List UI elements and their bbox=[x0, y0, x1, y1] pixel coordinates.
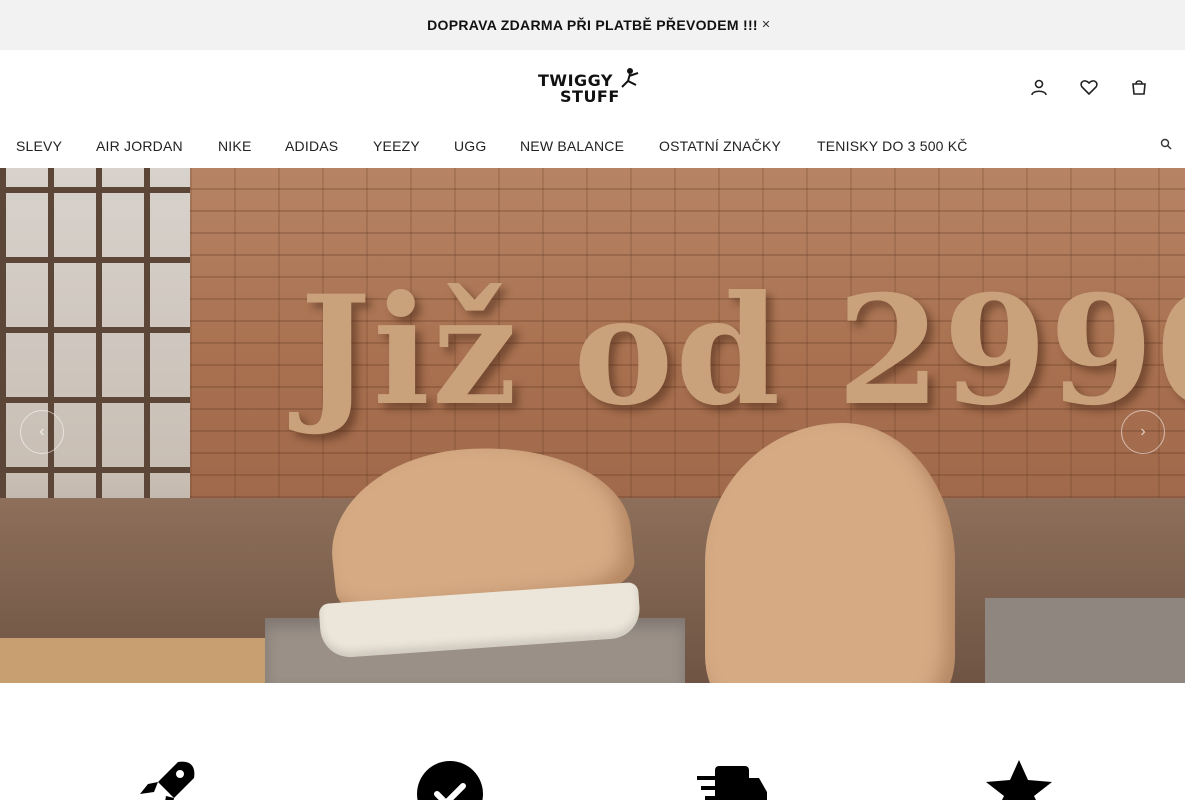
slider-prev-button[interactable]: ‹ bbox=[20, 410, 64, 454]
user-icon[interactable] bbox=[1028, 77, 1050, 97]
logo[interactable]: TWIGGY STUFF bbox=[538, 67, 648, 107]
hero-headline: Již od 2990,- bbox=[300, 263, 1185, 439]
check-circle-icon bbox=[415, 758, 485, 800]
logo-text-line2: STUFF bbox=[560, 87, 620, 106]
site-header: TWIGGY STUFF SLEVY AIR JORDAN NIKE ADIDA… bbox=[0, 50, 1185, 168]
rocket-icon bbox=[130, 758, 200, 800]
features-row bbox=[0, 683, 1185, 800]
cart-icon[interactable] bbox=[1128, 77, 1150, 97]
nav-item-yeezy[interactable]: YEEZY bbox=[373, 138, 420, 154]
promo-text: DOPRAVA ZDARMA PŘI PLATBĚ PŘEVODEM !!! bbox=[427, 17, 758, 33]
nav-item-tenisky-do-3500[interactable]: TENISKY DO 3 500 KČ bbox=[817, 138, 968, 154]
star-icon bbox=[984, 758, 1054, 800]
nav-item-ostatni-znacky[interactable]: OSTATNÍ ZNAČKY bbox=[659, 138, 781, 154]
nav-item-nike[interactable]: NIKE bbox=[218, 138, 251, 154]
hero-sneaker-left bbox=[318, 432, 642, 660]
close-icon[interactable]: ✕ bbox=[760, 17, 772, 31]
nav-item-air-jordan[interactable]: AIR JORDAN bbox=[96, 138, 183, 154]
heart-icon[interactable] bbox=[1078, 77, 1100, 97]
nav-item-slevy[interactable]: SLEVY bbox=[16, 138, 62, 154]
hero-banner[interactable]: Již od 2990,- ‹ › bbox=[0, 168, 1185, 683]
logo-figure-icon bbox=[621, 68, 639, 88]
hero-side-block bbox=[985, 598, 1185, 683]
slider-next-button[interactable]: › bbox=[1121, 410, 1165, 454]
chevron-left-icon: ‹ bbox=[39, 423, 45, 440]
delivery-truck-icon bbox=[697, 758, 767, 800]
nav-item-adidas[interactable]: ADIDAS bbox=[285, 138, 338, 154]
main-nav: SLEVY AIR JORDAN NIKE ADIDAS YEEZY UGG N… bbox=[0, 132, 1185, 168]
promo-bar: DOPRAVA ZDARMA PŘI PLATBĚ PŘEVODEM !!! ✕ bbox=[0, 0, 1185, 50]
search-icon[interactable] bbox=[1160, 138, 1172, 152]
chevron-right-icon: › bbox=[1140, 423, 1146, 440]
nav-item-ugg[interactable]: UGG bbox=[454, 138, 487, 154]
nav-item-new-balance[interactable]: NEW BALANCE bbox=[520, 138, 624, 154]
hero-sneaker-right bbox=[705, 423, 965, 683]
